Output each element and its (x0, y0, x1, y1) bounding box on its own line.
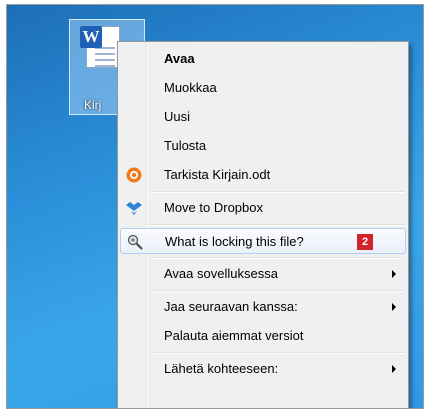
submenu-arrow-icon (392, 270, 396, 278)
menu-separator (150, 257, 404, 259)
menu-item-print[interactable]: Tulosta (120, 133, 406, 159)
menu-item-share-with[interactable]: Jaa seuraavan kanssa: (120, 294, 406, 320)
menu-item-label: Tulosta (164, 138, 207, 153)
context-menu: Avaa Muokkaa Uusi Tulosta Tarkista Kirja… (117, 41, 409, 408)
menu-item-what-is-locking[interactable]: What is locking this file? 2 (120, 228, 406, 254)
menu-item-open[interactable]: Avaa (120, 46, 406, 72)
menu-item-label: Uusi (164, 109, 191, 124)
submenu-arrow-icon (392, 303, 396, 311)
menu-item-label: Avaa (164, 51, 195, 66)
menu-item-restore-versions[interactable]: Palauta aiemmat versiot (120, 323, 406, 349)
menu-item-scan-file[interactable]: Tarkista Kirjain.odt (120, 162, 406, 188)
menu-item-label: Avaa sovelluksessa (164, 266, 278, 281)
menu-separator (150, 224, 404, 226)
menu-item-label: Tarkista Kirjain.odt (164, 167, 271, 182)
menu-separator (150, 352, 404, 354)
word-logo-icon: W (80, 26, 102, 48)
menu-item-edit[interactable]: Muokkaa (120, 75, 406, 101)
avast-icon (126, 167, 142, 183)
menu-item-open-with[interactable]: Avaa sovelluksessa (120, 261, 406, 287)
dropbox-icon (126, 202, 142, 215)
menu-item-label: Palauta aiemmat versiot (164, 328, 304, 343)
desktop-screenshot: W Kirj Avaa Muokkaa Uusi Tulosta Tarkist… (6, 4, 424, 409)
menu-item-label: Muokkaa (164, 80, 217, 95)
menu-separator (150, 290, 404, 292)
menu-item-new[interactable]: Uusi (120, 104, 406, 130)
file-icon-label: Kirj (84, 98, 102, 112)
magnifier-gear-icon (127, 234, 143, 250)
menu-item-label: Move to Dropbox (164, 200, 263, 215)
callout-number-badge: 2 (357, 234, 373, 250)
menu-separator (150, 191, 404, 193)
menu-item-label: Jaa seuraavan kanssa: (164, 299, 298, 314)
menu-item-move-to-dropbox[interactable]: Move to Dropbox (120, 195, 406, 221)
menu-item-label: Lähetä kohteeseen: (164, 361, 279, 376)
menu-item-label: What is locking this file? (165, 234, 304, 249)
submenu-arrow-icon (392, 365, 396, 373)
menu-item-send-to[interactable]: Lähetä kohteeseen: (120, 356, 406, 382)
